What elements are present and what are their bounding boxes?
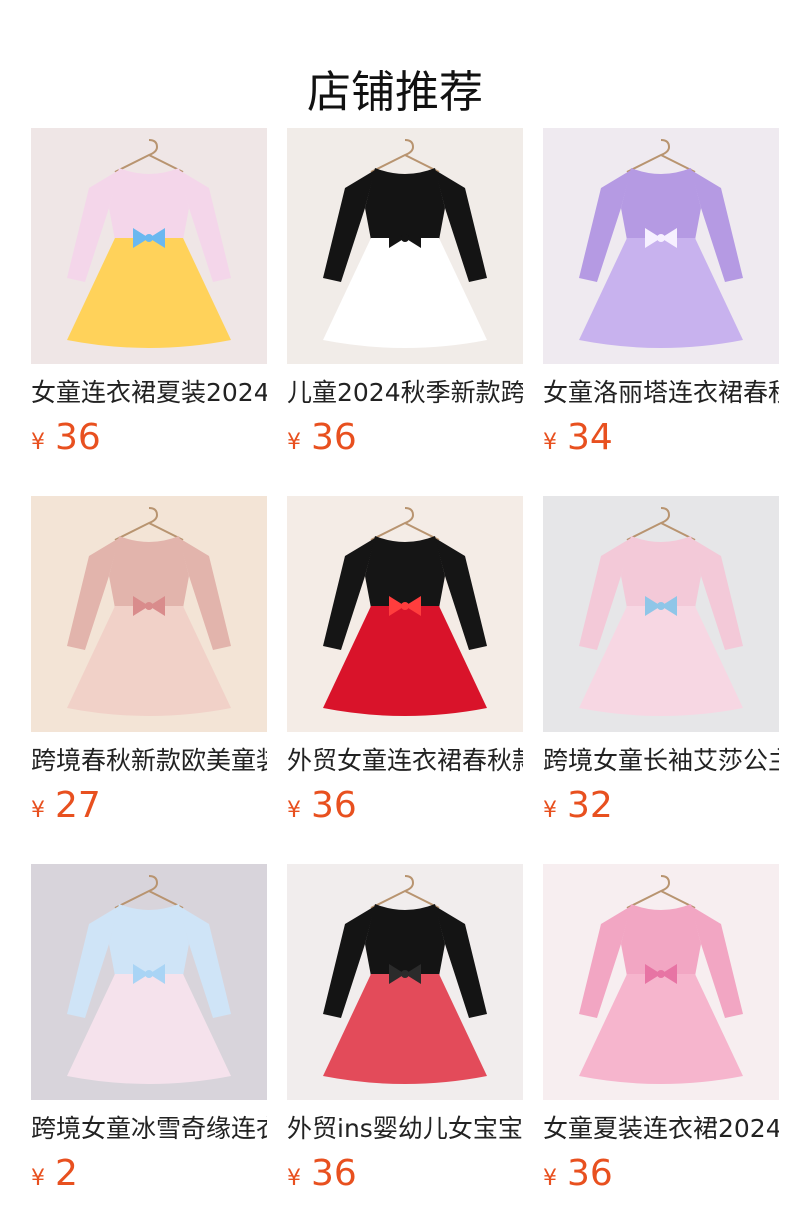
product-title[interactable]: 外贸女童连衣裙春秋款 xyxy=(287,744,523,778)
currency-symbol: ¥ xyxy=(543,798,557,823)
price-value: 2 xyxy=(55,1153,78,1194)
product-price: ¥36 xyxy=(287,416,523,458)
product-card[interactable]: 女童夏装连衣裙2024 ¥36 xyxy=(543,864,779,1194)
product-card[interactable]: 女童连衣裙夏装2024 ¥36 xyxy=(31,128,267,458)
product-card[interactable]: 跨境春秋新款欧美童装 ¥27 xyxy=(31,496,267,826)
price-value: 32 xyxy=(567,785,613,826)
product-image[interactable] xyxy=(31,864,267,1100)
product-card[interactable]: 外贸女童连衣裙春秋款 ¥36 xyxy=(287,496,523,826)
product-image[interactable] xyxy=(543,864,779,1100)
rainbow-tulle-frozen-dress-image xyxy=(31,864,267,1100)
product-image[interactable] xyxy=(31,496,267,732)
black-heart-dress-image xyxy=(287,128,523,364)
currency-symbol: ¥ xyxy=(31,430,45,455)
product-price: ¥36 xyxy=(287,1152,523,1194)
product-title[interactable]: 跨境女童冰雪奇缘连衣 xyxy=(31,1112,267,1146)
currency-symbol: ¥ xyxy=(31,798,45,823)
price-value: 36 xyxy=(55,417,101,458)
price-value: 36 xyxy=(311,1153,357,1194)
product-image[interactable] xyxy=(31,128,267,364)
product-card[interactable]: 女童洛丽塔连衣裙春秋 ¥34 xyxy=(543,128,779,458)
currency-symbol: ¥ xyxy=(287,1166,301,1191)
product-card[interactable]: 儿童2024秋季新款跨 ¥36 xyxy=(287,128,523,458)
product-image[interactable] xyxy=(287,864,523,1100)
product-title[interactable]: 跨境春秋新款欧美童装 xyxy=(31,744,267,778)
currency-symbol: ¥ xyxy=(543,430,557,455)
product-image[interactable] xyxy=(543,128,779,364)
price-value: 36 xyxy=(311,785,357,826)
currency-symbol: ¥ xyxy=(543,1166,557,1191)
product-price: ¥36 xyxy=(543,1152,779,1194)
product-title[interactable]: 跨境女童长袖艾莎公主 xyxy=(543,744,779,778)
price-value: 34 xyxy=(567,417,613,458)
product-title[interactable]: 外贸ins婴幼儿女宝宝 xyxy=(287,1112,523,1146)
product-card[interactable]: 跨境女童冰雪奇缘连衣 ¥2 xyxy=(31,864,267,1194)
currency-symbol: ¥ xyxy=(287,430,301,455)
price-value: 36 xyxy=(567,1153,613,1194)
product-price: ¥27 xyxy=(31,784,267,826)
product-image[interactable] xyxy=(287,496,523,732)
red-dot-tulle-dress-image xyxy=(287,496,523,732)
product-card[interactable]: 跨境女童长袖艾莎公主 ¥32 xyxy=(543,496,779,826)
red-plaid-dress-image xyxy=(287,864,523,1100)
product-title[interactable]: 女童夏装连衣裙2024 xyxy=(543,1112,779,1146)
purple-lolita-dress-image xyxy=(543,128,779,364)
price-value: 36 xyxy=(311,417,357,458)
product-image[interactable] xyxy=(543,496,779,732)
product-price: ¥36 xyxy=(31,416,267,458)
product-price: ¥2 xyxy=(31,1152,267,1194)
floral-fruit-print-dress-image xyxy=(31,128,267,364)
pink-knit-tulle-dress-image xyxy=(31,496,267,732)
product-price: ¥36 xyxy=(287,784,523,826)
product-price: ¥34 xyxy=(543,416,779,458)
product-card[interactable]: 外贸ins婴幼儿女宝宝 ¥36 xyxy=(287,864,523,1194)
pink-butterfly-dress-image xyxy=(543,864,779,1100)
page-title: 店铺推荐 xyxy=(307,67,483,119)
product-title[interactable]: 儿童2024秋季新款跨 xyxy=(287,376,523,410)
product-price: ¥32 xyxy=(543,784,779,826)
product-title[interactable]: 女童连衣裙夏装2024 xyxy=(31,376,267,410)
currency-symbol: ¥ xyxy=(287,798,301,823)
product-title[interactable]: 女童洛丽塔连衣裙春秋 xyxy=(543,376,779,410)
girl-pink-princess-dress-image xyxy=(543,496,779,732)
price-value: 27 xyxy=(55,785,101,826)
product-image[interactable] xyxy=(287,128,523,364)
currency-symbol: ¥ xyxy=(31,1166,45,1191)
product-grid: 女童连衣裙夏装2024 ¥36 儿童2024秋季新款跨 ¥36 女童洛丽塔连衣裙春秋 ¥3… xyxy=(31,128,790,1194)
